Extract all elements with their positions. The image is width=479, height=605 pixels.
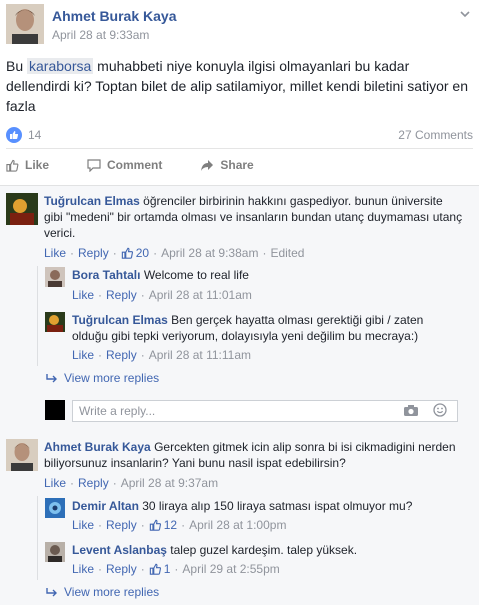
view-more-replies[interactable]: View more replies (46, 585, 159, 599)
share-button-label: Share (220, 158, 254, 172)
replier-avatar[interactable] (45, 498, 65, 518)
commenter-avatar[interactable] (6, 439, 38, 471)
reply-meta: Like · Reply · 12 · April 28 at 1:00pm (72, 518, 287, 532)
reply-author[interactable]: Tuğrulcan Elmas (72, 313, 168, 327)
thumbs-up-icon (121, 247, 133, 259)
author-avatar[interactable] (6, 4, 44, 44)
reply-body: Bora Tahtalı Welcome to real life (72, 267, 462, 283)
like-reaction-icon (6, 127, 22, 143)
reply-author[interactable]: Demir Altan (72, 499, 139, 513)
reply-reply-link[interactable]: Reply (106, 348, 137, 362)
comment-like-count[interactable]: 20 (121, 246, 149, 260)
reply-text: 30 liraya alıp 150 liraya satması ispat … (142, 499, 413, 513)
comment-body: Tuğrulcan Elmas öğrenciler birbirinin ha… (44, 193, 464, 241)
reply-like-link[interactable]: Like (72, 562, 94, 576)
replier-avatar[interactable] (45, 542, 65, 562)
comment-reply-link[interactable]: Reply (78, 246, 109, 260)
replier-avatar[interactable] (45, 312, 65, 332)
comment-count[interactable]: 27 Comments (398, 128, 473, 142)
reply-body: Levent Aslanbaş talep guzel kardeşim. ta… (72, 542, 462, 558)
thumbs-up-icon (149, 563, 161, 575)
comment-body: Ahmet Burak Kaya Gercekten gitmek icin a… (44, 439, 464, 471)
speech-bubble-icon (87, 158, 101, 172)
thread-line (37, 266, 38, 366)
like-button-label: Like (25, 158, 50, 172)
comment-meta: Like · Reply · 20 · April 28 at 9:38am · Ed… (44, 246, 305, 260)
reply-meta: Like · Reply · April 28 at 11:11am (72, 348, 251, 362)
reply-author[interactable]: Bora Tahtalı (72, 268, 140, 282)
reply-author[interactable]: Levent Aslanbaş (72, 543, 167, 557)
share-button[interactable]: Share (200, 158, 254, 172)
reply-reply-link[interactable]: Reply (106, 562, 137, 576)
reply-arrow-icon (46, 374, 57, 383)
comment-author[interactable]: Ahmet Burak Kaya (44, 440, 151, 454)
comment-like-link[interactable]: Like (44, 476, 66, 490)
reaction-count: 14 (28, 128, 42, 142)
reply-body: Demir Altan 30 liraya alıp 150 liraya sa… (72, 498, 462, 514)
like-button[interactable]: Like (6, 158, 49, 172)
post-card: Ahmet Burak Kaya April 28 at 9:33am Bu k… (0, 0, 479, 185)
reply-time[interactable]: April 28 at 1:00pm (189, 518, 286, 532)
reply-arrow-icon (46, 588, 57, 597)
comment-edited[interactable]: Edited (270, 246, 304, 260)
commenter-avatar[interactable] (6, 193, 38, 225)
comment-button-label: Comment (107, 158, 163, 172)
reply-time[interactable]: April 28 at 11:01am (149, 288, 252, 302)
reaction-summary[interactable]: 14 (6, 127, 41, 143)
chevron-down-icon[interactable] (459, 8, 471, 20)
share-arrow-icon (201, 159, 214, 171)
post-tag-link[interactable]: karaborsa (27, 58, 94, 74)
comment-button[interactable]: Comment (87, 158, 162, 172)
reply-like-link[interactable]: Like (72, 348, 94, 362)
view-more-replies[interactable]: View more replies (46, 371, 159, 385)
reply-like-count[interactable]: 1 (149, 562, 170, 576)
comment-like-link[interactable]: Like (44, 246, 66, 260)
reply-reply-link[interactable]: Reply (106, 288, 137, 302)
comment-time[interactable]: April 28 at 9:38am (161, 246, 258, 260)
comment-meta: Like · Reply · April 28 at 9:37am (44, 476, 219, 490)
reply-like-count[interactable]: 12 (149, 518, 177, 532)
reply-meta: Like · Reply · April 28 at 11:01am (72, 288, 252, 302)
emoji-icon[interactable] (433, 403, 447, 417)
camera-icon[interactable] (403, 404, 419, 417)
reply-meta: Like · Reply · 1 · April 29 at 2:55pm (72, 562, 280, 576)
reply-like-link[interactable]: Like (72, 518, 94, 532)
thumbs-up-icon (149, 519, 161, 531)
current-user-avatar (45, 400, 65, 420)
comment-author[interactable]: Tuğrulcan Elmas (44, 194, 140, 208)
comment-reply-link[interactable]: Reply (78, 476, 109, 490)
reply-like-link[interactable]: Like (72, 288, 94, 302)
post-timestamp[interactable]: April 28 at 9:33am (52, 28, 149, 42)
divider (6, 148, 473, 149)
comment-time[interactable]: April 28 at 9:37am (121, 476, 218, 490)
reply-reply-link[interactable]: Reply (106, 518, 137, 532)
reply-body: Tuğrulcan Elmas Ben gerçek hayatta olmas… (72, 312, 462, 344)
reply-text: talep guzel kardeşim. talep yüksek. (170, 543, 358, 557)
reply-time[interactable]: April 29 at 2:55pm (182, 562, 279, 576)
reply-text: Welcome to real life (143, 268, 249, 282)
thumbs-up-icon (6, 159, 19, 172)
replier-avatar[interactable] (45, 267, 65, 287)
post-actions: Like Comment Share (6, 158, 254, 172)
write-reply-input[interactable]: Write a reply... (72, 400, 458, 422)
post-author-name[interactable]: Ahmet Burak Kaya (52, 8, 177, 24)
thread-line (37, 496, 38, 580)
post-text: Bu karaborsa muhabbeti niye konuyla ilgi… (6, 58, 468, 114)
reply-time[interactable]: April 28 at 11:11am (149, 348, 251, 362)
